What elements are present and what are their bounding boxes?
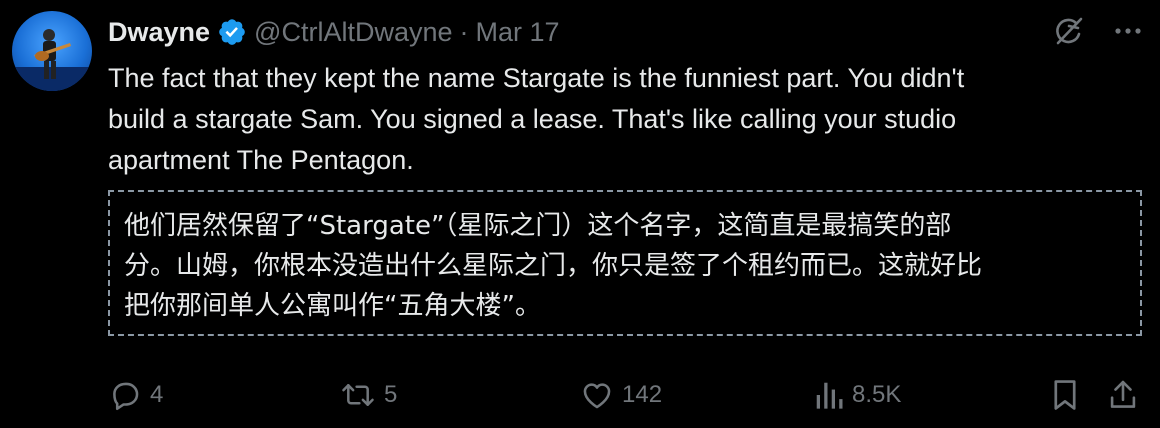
heart-icon [580,378,614,412]
more-icon[interactable] [1112,15,1144,52]
tweet-top-actions [1052,14,1144,53]
like-button[interactable]: 142 [580,378,662,412]
tweet-actions-bar: 4 5 142 8.5K [108,378,1144,422]
tweet-text-line: The fact that they kept the name Stargat… [108,63,965,93]
reply-icon [108,378,142,412]
user-name[interactable]: Dwayne [108,17,210,48]
repost-button[interactable]: 5 [340,378,397,412]
bookmark-button[interactable] [1050,378,1080,412]
bookmark-icon [1050,378,1080,412]
views-button[interactable]: 8.5K [814,378,901,412]
share-button[interactable] [1108,378,1138,412]
avatar[interactable] [12,11,92,91]
user-handle[interactable]: @CtrlAltDwayne [254,17,452,48]
tweet-text: The fact that they kept the name Stargat… [108,58,1108,181]
repost-count: 5 [384,381,398,408]
tweet-text-line: apartment The Pentagon. [108,145,414,175]
grok-icon[interactable] [1052,14,1086,53]
verified-badge-icon[interactable] [217,17,247,47]
views-icon [814,378,844,412]
translation-line: 他们居然保留了“Stargate”（星际之门）这个名字，这简直是最搞笑的部 [124,211,952,241]
views-count: 8.5K [852,381,902,408]
translation-line: 分。山姆，你根本没造出什么星际之门，你只是签了个租约而已。这就好比 [124,251,983,281]
repost-icon [340,378,376,412]
tweet-header: Dwayne @CtrlAltDwayne · Mar 17 [108,14,560,50]
share-icon [1108,378,1138,412]
separator-dot: · [459,16,469,47]
translation-box: 他们居然保留了“Stargate”（星际之门）这个名字，这简直是最搞笑的部 分。… [108,190,1142,336]
reply-count: 4 [150,381,164,408]
tweet-text-line: build a stargate Sam. You signed a lease… [108,104,957,134]
like-count: 142 [622,381,663,408]
translation-line: 把你那间单人公寓叫作“五角大楼”。 [124,291,541,321]
tweet-date[interactable]: Mar 17 [476,17,560,48]
reply-button[interactable]: 4 [108,378,163,412]
